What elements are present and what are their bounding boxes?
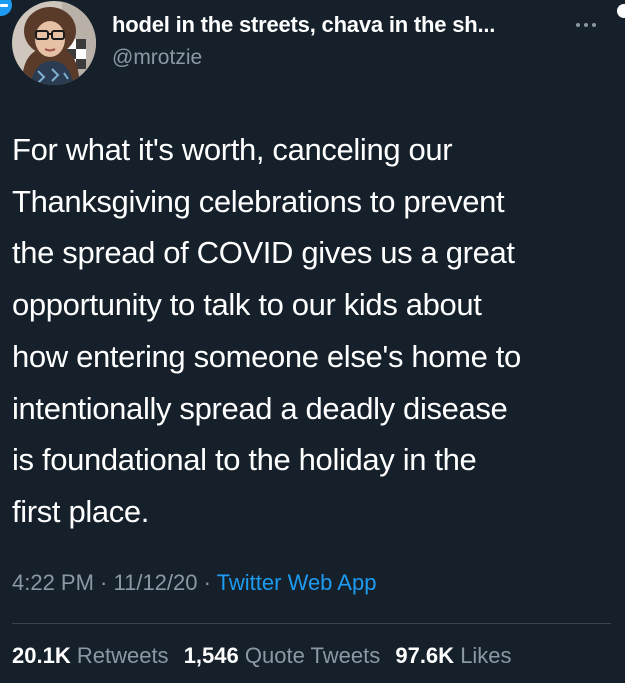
tweet-text-line: For what it's worth, canceling our	[12, 132, 453, 167]
meta-separator: ·	[93, 570, 114, 595]
author-display-name[interactable]: hodel in the streets, chava in the sh...	[112, 12, 495, 38]
quote-tweets-label: Quote Tweets	[244, 643, 381, 668]
more-dot	[592, 23, 596, 27]
meta-separator: ·	[197, 570, 217, 595]
avatar-photo	[12, 1, 96, 85]
avatar[interactable]	[12, 1, 96, 85]
likes-count: 97.6K	[395, 643, 455, 668]
likes-label: Likes	[460, 643, 512, 668]
tweet-stats: 20.1K Retweets 1,546 Quote Tweets 97.6K …	[12, 643, 521, 669]
tweet-time[interactable]: 4:22 PM	[12, 570, 94, 595]
tweet-text-line: how entering someone else's home to	[12, 338, 521, 374]
cropped-edge-icon	[617, 4, 625, 18]
tweet-metadata: 4:22 PM · 11/12/20 · Twitter Web App	[12, 570, 376, 596]
tweet-text-line: intentionally spread a deadly disease	[12, 390, 508, 426]
cropped-blue-badge-icon	[0, 0, 12, 16]
likes-stat[interactable]: 97.6K Likes	[395, 643, 511, 668]
tweet-text-line: opportunity to talk to our kids about	[12, 287, 482, 323]
retweets-count: 20.1K	[12, 643, 71, 668]
tweet-text-line: Thanksgiving celebrations to prevent	[12, 183, 505, 219]
more-dot	[584, 23, 588, 27]
author-handle[interactable]: @mrotzie	[112, 46, 202, 70]
quote-tweets-count: 1,546	[183, 643, 239, 668]
tweet-text: For what it's worth, canceling our Thank…	[12, 124, 612, 538]
quote-tweets-stat[interactable]: 1,546 Quote Tweets	[184, 643, 381, 668]
divider	[12, 623, 611, 624]
more-horizontal-icon[interactable]	[574, 18, 598, 32]
retweets-label: Retweets	[76, 643, 169, 668]
tweet-text-line: the spread of COVID gives us a great	[12, 235, 515, 271]
tweet-date[interactable]: 11/12/20	[114, 570, 198, 595]
tweet-card: hodel in the streets, chava in the sh...…	[0, 0, 625, 683]
tweet-source-link[interactable]: Twitter Web App	[217, 570, 377, 595]
tweet-text-line: first place.	[12, 493, 150, 529]
retweets-stat[interactable]: 20.1K Retweets	[12, 643, 169, 668]
more-dot	[576, 23, 580, 27]
tweet-text-line: is foundational to the holiday in the	[12, 442, 477, 478]
